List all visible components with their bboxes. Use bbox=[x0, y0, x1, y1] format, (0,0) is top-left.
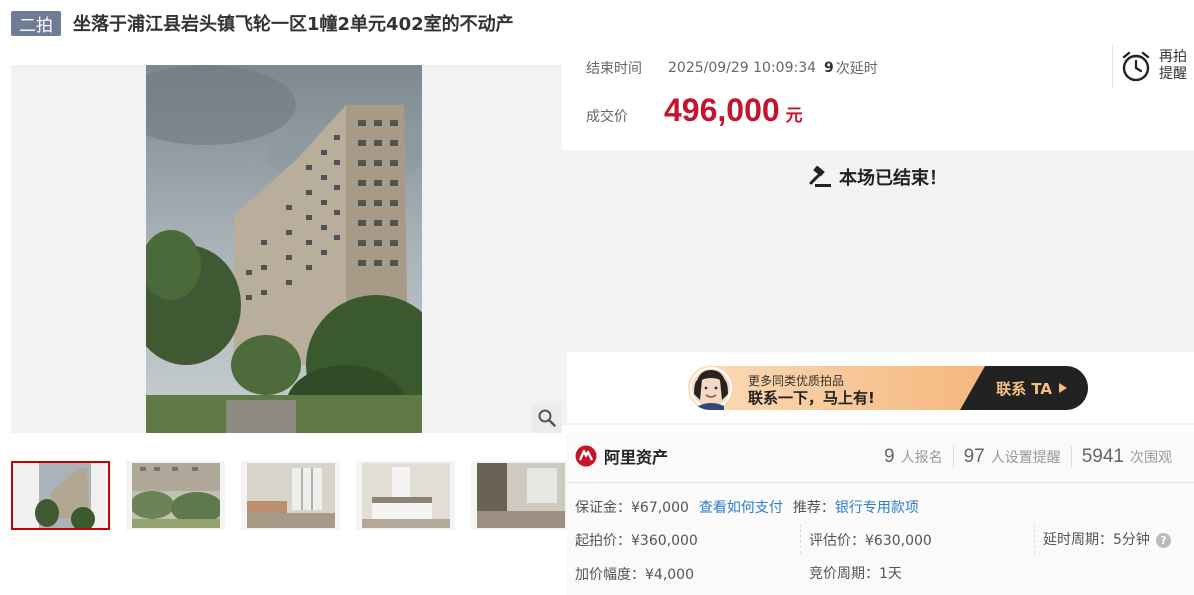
bid-increment: 加价幅度：¥4,000 bbox=[575, 567, 694, 583]
bank-special-link[interactable]: 银行专用款项 bbox=[835, 497, 919, 517]
contact-strip: 更多同类优质拍品 联系一下，马上有! 联系 TA bbox=[567, 352, 1194, 423]
contact-banner[interactable]: 更多同类优质拍品 联系一下，马上有! 联系 TA bbox=[688, 366, 1088, 410]
remind-line2: 提醒 bbox=[1159, 66, 1187, 82]
alarm-clock-icon bbox=[1122, 51, 1150, 82]
play-triangle-icon bbox=[1059, 383, 1067, 393]
title-row: 二拍 坐落于浦江县岩头镇飞轮一区1幢2单元402室的不动产 bbox=[11, 9, 514, 37]
gavel-icon bbox=[809, 166, 831, 187]
contact-line2: 联系一下，马上有! bbox=[748, 389, 875, 407]
stats-bar: 9 人报名 97 人设置提醒 5941 次围观 bbox=[874, 446, 1182, 468]
end-time-value: 2025/09/29 10:09:34 bbox=[668, 60, 817, 76]
deal-price-label: 成交价 bbox=[586, 109, 628, 125]
auction-ended-text: 本场已结束！ bbox=[839, 168, 947, 189]
agent-avatar bbox=[690, 367, 732, 410]
brand: 阿里资产 bbox=[575, 444, 668, 468]
delay-text: 次延时 bbox=[835, 61, 878, 77]
main-photo-area bbox=[11, 65, 562, 433]
deal-price-unit: 元 bbox=[785, 106, 803, 126]
thumbnail-2[interactable] bbox=[126, 461, 225, 530]
zoom-button[interactable] bbox=[532, 403, 562, 433]
divider bbox=[567, 482, 1194, 483]
thumbnail-5[interactable] bbox=[471, 461, 570, 530]
stat-reminders: 97 人设置提醒 bbox=[952, 446, 1071, 468]
ali-asset-logo-icon bbox=[575, 445, 597, 467]
stat-views: 5941 次围观 bbox=[1070, 446, 1182, 468]
thumbnail-strip bbox=[11, 461, 570, 530]
zoom-icon bbox=[538, 409, 556, 427]
page-title: 坐落于浦江县岩头镇飞轮一区1幢2单元402室的不动产 bbox=[73, 14, 514, 35]
delay-period: 延时周期：5分钟 bbox=[1043, 532, 1150, 548]
delay-period-cell: 延时周期：5分钟? bbox=[1043, 529, 1171, 549]
auction-terms: 起拍价：¥360,000 评估价：¥630,000 延时周期：5分钟? 加价幅度… bbox=[575, 522, 1194, 592]
main-photo[interactable] bbox=[146, 65, 422, 433]
thumbnail-3[interactable] bbox=[241, 461, 340, 530]
contact-ta-label: 联系 TA bbox=[996, 379, 1052, 398]
bid-period: 竞价周期：1天 bbox=[809, 566, 902, 582]
thumbnail-1[interactable] bbox=[11, 461, 110, 530]
start-price: 起拍价：¥360,000 bbox=[575, 533, 698, 549]
deal-price-row: 成交价 496,000 元 bbox=[586, 92, 803, 129]
rebid-remind-button[interactable]: 再拍 提醒 bbox=[1112, 44, 1194, 88]
end-time-label: 结束时间 bbox=[586, 61, 642, 77]
recommend-label: 推荐： bbox=[792, 500, 835, 516]
brand-name: 阿里资产 bbox=[604, 448, 669, 467]
stat-signups: 9 人报名 bbox=[884, 446, 943, 467]
auction-info: 结束时间 2025/09/29 10:09:34 9 次延时 bbox=[586, 59, 878, 77]
details-panel: 阿里资产 9 人报名 97 人设置提醒 5941 次围观 保证金：¥67,000… bbox=[567, 432, 1194, 595]
round-badge: 二拍 bbox=[11, 10, 61, 36]
help-icon[interactable]: ? bbox=[1155, 532, 1171, 548]
appraisal-price: 评估价：¥630,000 bbox=[809, 533, 932, 549]
deposit-text: 保证金：¥67,000 bbox=[575, 500, 689, 516]
deposit-row: 保证金：¥67,000 查看如何支付 推荐： 银行专用款项 bbox=[575, 497, 919, 517]
how-to-pay-link[interactable]: 查看如何支付 bbox=[699, 497, 783, 517]
deal-price-value: 496,000 bbox=[664, 92, 780, 128]
delay-count: 9 bbox=[824, 60, 834, 76]
thumbnail-4[interactable] bbox=[356, 461, 455, 530]
contact-ta-button[interactable]: 联系 TA bbox=[960, 366, 1088, 410]
remind-line1: 再拍 bbox=[1159, 49, 1187, 65]
